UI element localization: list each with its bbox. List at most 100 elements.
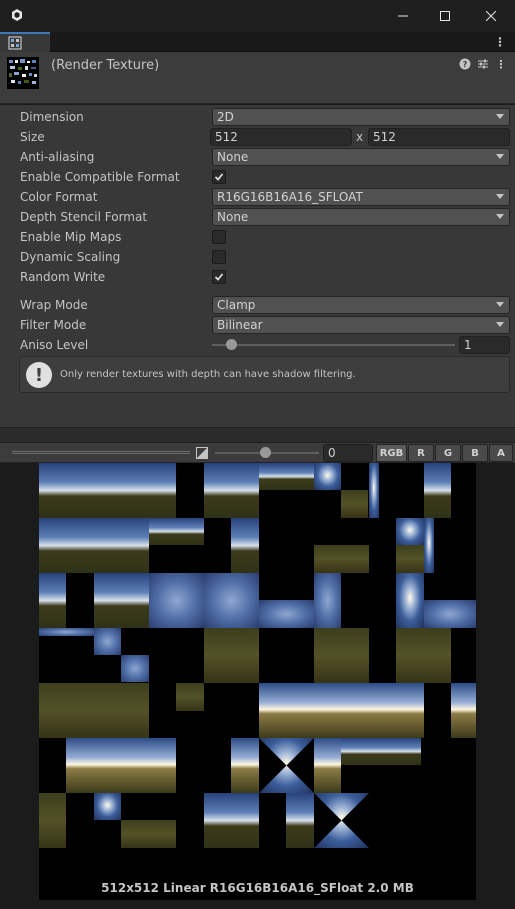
- texture-tile: [314, 545, 369, 573]
- texture-tile: [314, 463, 341, 490]
- chevron-down-icon: [496, 214, 504, 219]
- texture-tile: [369, 463, 379, 518]
- random-write-checkbox[interactable]: [212, 270, 226, 284]
- texture-tile: [259, 683, 314, 738]
- mip-slider-thumb[interactable]: [260, 447, 271, 458]
- texture-tile: [149, 463, 176, 518]
- texture-tile: [94, 628, 121, 655]
- enable-compatible-format-checkbox[interactable]: [212, 170, 226, 184]
- texture-tile: [259, 600, 314, 628]
- header-icons: ? ⋮: [459, 58, 507, 71]
- tab-strip: ⋮: [0, 32, 515, 52]
- maximize-button[interactable]: [422, 0, 468, 32]
- warning-icon: !: [26, 362, 52, 388]
- texture-tile: [396, 628, 451, 683]
- anti-aliasing-value: None: [217, 150, 249, 164]
- texture-info-label: 512x512 Linear R16G16B16A16_SFloat 2.0 M…: [101, 881, 414, 895]
- minimize-button[interactable]: [380, 0, 426, 32]
- bottom-border: [0, 900, 515, 909]
- svg-text:?: ?: [463, 60, 468, 69]
- help-icon[interactable]: ?: [459, 58, 471, 70]
- texture-tile: [94, 793, 121, 820]
- texture-tile: [94, 518, 149, 573]
- tab-inspector[interactable]: [0, 32, 50, 52]
- texture-tile: [396, 518, 424, 545]
- texture-tile: [94, 738, 149, 793]
- settings-sliders-icon[interactable]: [477, 58, 489, 70]
- chevron-down-icon: [496, 194, 504, 199]
- chevron-down-icon: [496, 302, 504, 307]
- channel-a-button[interactable]: A: [489, 444, 513, 462]
- texture-tile: [314, 793, 369, 848]
- random-write-row: Random Write: [0, 267, 515, 287]
- color-format-value: R16G16B16A16_SFLOAT: [217, 190, 363, 204]
- texture-tile: [204, 793, 259, 848]
- filter-mode-value: Bilinear: [217, 318, 263, 332]
- filter-mode-label: Filter Mode: [20, 318, 87, 332]
- dimension-label: Dimension: [20, 110, 84, 124]
- aniso-level-slider-track[interactable]: [212, 344, 455, 346]
- dimension-dropdown[interactable]: 2D: [212, 108, 510, 126]
- close-button[interactable]: [468, 0, 514, 32]
- enable-mip-maps-checkbox[interactable]: [212, 230, 226, 244]
- texture-tile: [204, 463, 259, 518]
- aniso-level-slider-thumb[interactable]: [226, 339, 237, 350]
- size-width-field[interactable]: 512: [210, 128, 352, 146]
- texture-tile: [94, 463, 149, 518]
- texture-tile: [121, 820, 176, 848]
- mip-level-field[interactable]: 0: [323, 444, 373, 462]
- texture-tile: [396, 573, 424, 628]
- texture-tile: [39, 683, 94, 738]
- texture-tile: [231, 738, 259, 793]
- anti-aliasing-dropdown[interactable]: None: [212, 148, 510, 166]
- checkmark-icon: [214, 173, 224, 181]
- chevron-down-icon: [496, 114, 504, 119]
- enable-compatible-format-label: Enable Compatible Format: [20, 170, 180, 184]
- tab-menu-kebab-icon[interactable]: ⋮: [494, 35, 506, 49]
- depth-stencil-format-row: Depth Stencil Format None: [0, 207, 515, 227]
- checkmark-icon: [214, 273, 224, 281]
- texture-tile: [259, 463, 314, 490]
- chevron-down-icon: [496, 322, 504, 327]
- size-separator: x: [356, 130, 364, 144]
- color-format-dropdown[interactable]: R16G16B16A16_SFLOAT: [212, 188, 510, 206]
- wrap-mode-dropdown[interactable]: Clamp: [212, 296, 510, 314]
- texture-tile: [314, 573, 341, 628]
- dynamic-scaling-label: Dynamic Scaling: [20, 250, 121, 264]
- chevron-down-icon: [496, 154, 504, 159]
- channel-b-button[interactable]: B: [462, 444, 488, 462]
- preview-splitter[interactable]: [0, 427, 515, 443]
- texture-tile: [424, 518, 434, 573]
- texture-tile: [39, 793, 66, 848]
- drag-handle[interactable]: [12, 451, 190, 454]
- texture-tile: [259, 738, 314, 793]
- kebab-menu-icon[interactable]: ⋮: [495, 58, 507, 71]
- channel-rgb-button[interactable]: RGB: [376, 444, 407, 462]
- depth-stencil-format-dropdown[interactable]: None: [212, 208, 510, 226]
- texture-tile: [451, 683, 476, 738]
- texture-tile: [149, 573, 204, 628]
- texture-tile: [39, 573, 66, 628]
- texture-canvas[interactable]: 512x512 Linear R16G16B16A16_SFloat 2.0 M…: [39, 463, 476, 900]
- filter-mode-dropdown[interactable]: Bilinear: [212, 316, 510, 334]
- texture-tile: [121, 655, 149, 682]
- channel-r-button[interactable]: R: [408, 444, 434, 462]
- title-bar: [0, 0, 515, 32]
- texture-tile: [39, 518, 94, 573]
- texture-tile: [396, 545, 424, 573]
- channel-g-button[interactable]: G: [435, 444, 461, 462]
- depth-stencil-format-value: None: [217, 210, 249, 224]
- wrap-mode-value: Clamp: [217, 298, 256, 312]
- inspector-icon: [8, 36, 22, 50]
- random-write-label: Random Write: [20, 270, 106, 284]
- aniso-level-field[interactable]: 1: [459, 336, 510, 354]
- dynamic-scaling-checkbox[interactable]: [212, 250, 226, 264]
- render-texture-thumbnail: [7, 57, 39, 89]
- texture-tile: [314, 628, 369, 683]
- unity-logo-icon: [12, 9, 22, 21]
- inspector-body: Dimension 2D Size 512 x 512 Anti-aliasin…: [0, 105, 515, 427]
- size-height-field[interactable]: 512: [368, 128, 510, 146]
- texture-tile: [94, 683, 149, 738]
- enable-mip-maps-label: Enable Mip Maps: [20, 230, 122, 244]
- texture-tile: [424, 600, 476, 628]
